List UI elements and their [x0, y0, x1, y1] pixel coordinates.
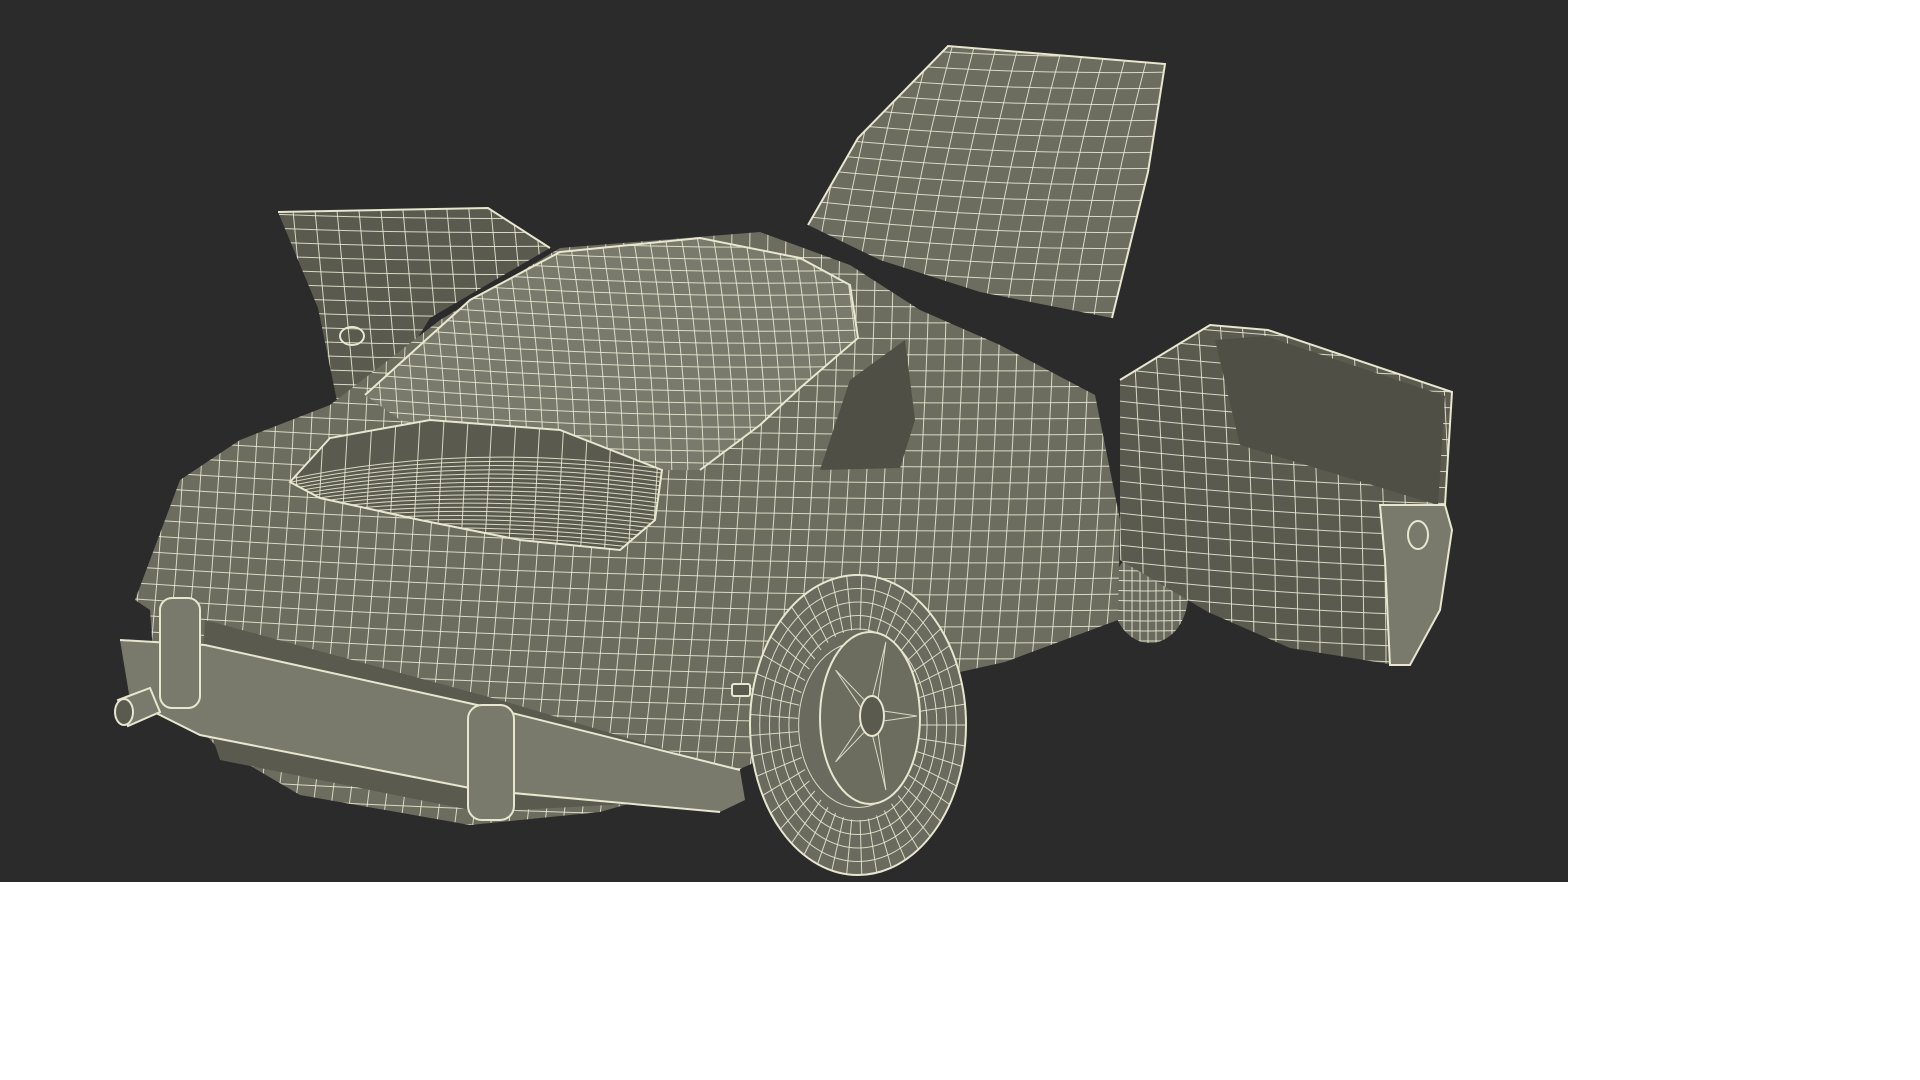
fender-badge: [731, 683, 751, 697]
wireframe-car-render: [0, 0, 1568, 882]
rear-wheel: [749, 574, 967, 876]
render-viewport: [0, 0, 1568, 882]
